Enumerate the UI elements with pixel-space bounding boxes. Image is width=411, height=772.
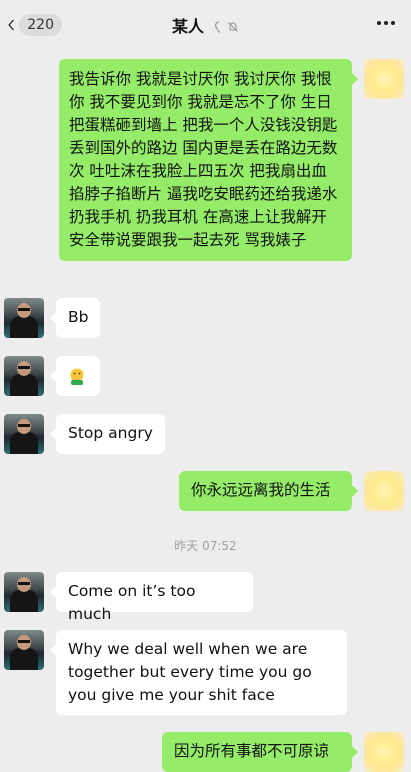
- more-dot-icon: [391, 21, 395, 25]
- chat-header: 220 某人: [0, 0, 411, 48]
- contact-avatar[interactable]: [4, 356, 44, 396]
- message-bubble-incoming[interactable]: Come on it’s too much: [50, 572, 253, 623]
- message-bubble-incoming[interactable]: [50, 356, 100, 396]
- contact-avatar[interactable]: [4, 572, 44, 612]
- message-text: Stop angry: [68, 424, 153, 442]
- mute-bell-icon: [228, 22, 238, 32]
- message-bubble-outgoing[interactable]: 你永远远离我的生活: [179, 471, 358, 511]
- chat-title: 某人: [0, 13, 411, 37]
- more-options-button[interactable]: [373, 10, 399, 36]
- face-with-mask-emoji-icon: [70, 368, 84, 385]
- message-bubble-incoming[interactable]: Bb: [49, 298, 101, 338]
- more-dot-icon: [377, 21, 381, 25]
- contact-name: 某人: [171, 17, 204, 36]
- message-bubble-incoming[interactable]: Why we deal well when we are together bu…: [50, 630, 347, 715]
- my-avatar[interactable]: [364, 471, 404, 511]
- message-text: Bb: [68, 308, 89, 326]
- message-text: Why we deal well when we are together bu…: [68, 640, 312, 704]
- more-dot-icon: [384, 21, 388, 25]
- earpiece-icon: [214, 21, 220, 33]
- message-text: Come on it’s too much: [68, 582, 196, 623]
- my-avatar[interactable]: [364, 732, 404, 772]
- message-bubble-outgoing[interactable]: 我告诉你 我就是讨厌你 我讨厌你 我恨你 我不要见到你 我就是忘不了你 生日把蛋…: [59, 59, 358, 261]
- message-bubble-outgoing[interactable]: 因为所有事都不可原谅: [162, 732, 358, 772]
- contact-avatar[interactable]: [4, 630, 44, 670]
- message-bubble-incoming[interactable]: Stop angry: [50, 414, 165, 454]
- contact-avatar[interactable]: [4, 298, 44, 338]
- contact-avatar[interactable]: [4, 414, 44, 454]
- message-text: 我告诉你 我就是讨厌你 我讨厌你 我恨你 我不要见到你 我就是忘不了你 生日把蛋…: [69, 70, 338, 249]
- message-text: 因为所有事都不可原谅: [174, 742, 330, 760]
- message-text: 你永远远离我的生活: [191, 481, 331, 499]
- time-separator: 昨天 07:52: [174, 539, 237, 553]
- my-avatar[interactable]: [364, 59, 404, 99]
